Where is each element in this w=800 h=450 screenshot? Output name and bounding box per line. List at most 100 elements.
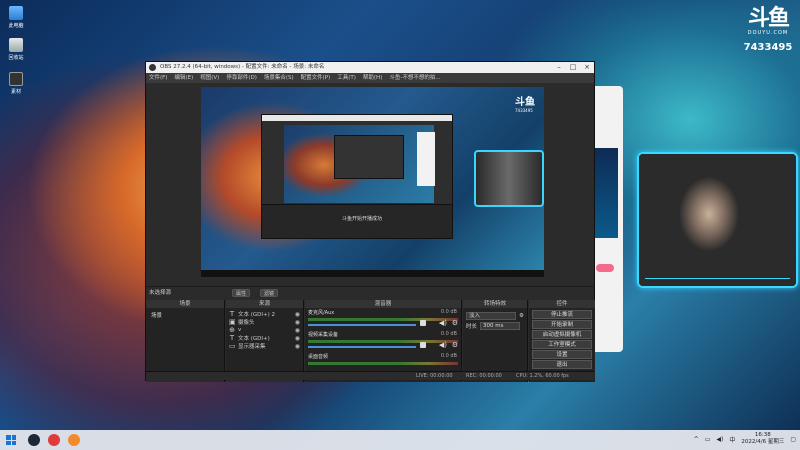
desktop-icon-this-pc[interactable]: 此电脑 (4, 6, 28, 29)
obs-menubar: 文件(F) 编辑(E) 视图(V) 停靠部件(D) 场景集合(S) 配置文件(P… (146, 73, 594, 83)
douyu-site: DOUYU.COM (747, 30, 789, 36)
nested-side-panel (417, 132, 435, 186)
stop-streaming-button[interactable]: 停止推流 (532, 310, 592, 319)
scenes-list: 场景 (146, 308, 224, 372)
studio-mode-button[interactable]: 工作室模式 (532, 340, 592, 349)
source-item[interactable]: T 文本 (GDI+) ◉ (229, 334, 300, 342)
ime-icon[interactable]: 中 (729, 435, 735, 444)
menu-tools[interactable]: 工具(T) (337, 73, 356, 83)
scenes-dock-title: 场景 (146, 300, 224, 308)
source-name: 文本 (GDI+) (238, 336, 270, 342)
clock-date: 2022/4/6 星期三 (741, 439, 785, 445)
desktop-icon-label: 此电脑 (8, 23, 24, 29)
steam-icon[interactable] (28, 434, 40, 446)
network-icon[interactable]: ▭ (705, 436, 711, 443)
preview-logo-text: 斗鱼 (515, 97, 535, 108)
menu-help[interactable]: 帮助(H) (363, 73, 382, 83)
filters-button[interactable]: 滤镜 (260, 289, 279, 297)
gear-icon[interactable]: ⚙ (452, 341, 458, 349)
settings-button[interactable]: 设置 (532, 350, 592, 359)
visibility-icon[interactable]: ◉ (295, 327, 300, 334)
obs-logo-icon (149, 64, 156, 71)
menu-view[interactable]: 视图(V) (200, 73, 219, 83)
desktop-icon-recycle-bin[interactable]: 回收站 (4, 38, 28, 61)
clock[interactable]: 16:38 2022/4/6 星期三 (741, 432, 784, 446)
panel-pill-button[interactable] (596, 264, 614, 272)
virtual-camera-button[interactable]: 启动虚拟摄像机 (532, 330, 592, 339)
text-source-icon: T (229, 334, 235, 342)
cpu-fps: CPU: 1.2%, 60.00 fps (516, 373, 569, 379)
menu-docks[interactable]: 停靠部件(D) (226, 73, 257, 83)
recycle-bin-icon (9, 38, 23, 52)
douyu-watermark: 斗鱼 DOUYU.COM 7433495 (742, 6, 794, 54)
desktop-icon-folder[interactable]: 素材 (4, 72, 28, 95)
volume-slider-handle[interactable] (420, 342, 427, 348)
channel-name: 桌面音频 (308, 354, 329, 360)
menu-douyu[interactable]: 斗鱼-不想不想的拍... (389, 73, 440, 83)
folder-icon (9, 72, 23, 86)
obs-taskbar-icon[interactable] (48, 434, 60, 446)
menu-profile[interactable]: 配置文件(P) (301, 73, 331, 83)
speaker-icon[interactable]: ◀) (439, 319, 447, 327)
clock-time: 16:38 (754, 432, 771, 438)
scene-item[interactable]: 场景 (149, 310, 221, 320)
volume-slider[interactable] (308, 346, 416, 348)
visibility-icon[interactable]: ◉ (295, 335, 300, 342)
close-icon[interactable]: × (580, 62, 594, 73)
menu-scene-collection[interactable]: 场景集合(S) (264, 73, 294, 83)
volume-slider[interactable] (308, 324, 416, 326)
preview-taskbar (201, 270, 544, 277)
obs-window[interactable]: OBS 27.2.4 (64-bit, windows) - 配置文件: 未命名… (145, 61, 595, 382)
channel-db: 0.0 dB (440, 331, 457, 337)
source-item[interactable]: T 文本 (GDI+) 2 ◉ (229, 310, 300, 318)
preview-room-id: 7433495 (515, 108, 533, 113)
properties-button[interactable]: 属性 (232, 289, 251, 297)
volume-slider-handle[interactable] (420, 320, 427, 326)
text-source-icon: T (229, 310, 235, 318)
transitions-dock-title: 转场特效 (463, 300, 527, 308)
visibility-icon[interactable]: ◉ (295, 319, 300, 326)
gear-icon[interactable]: ⚙ (452, 319, 458, 327)
duration-label: 时长 (466, 324, 478, 330)
gear-icon[interactable]: ⚙ (519, 313, 524, 319)
windows-start-icon[interactable] (6, 435, 16, 445)
visibility-icon[interactable]: ◉ (295, 343, 300, 350)
room-id: 7433495 (743, 42, 793, 53)
menu-edit[interactable]: 编辑(E) (174, 73, 193, 83)
preview-douyu-logo: 斗鱼 7433495 (515, 93, 535, 113)
exit-button[interactable]: 退出 (532, 360, 592, 369)
douyu-logo: 斗鱼 (747, 6, 790, 31)
duration-input[interactable]: 300 ms (480, 322, 521, 330)
source-toolbar: 未选择源 属性 滤镜 (146, 286, 594, 298)
mixer-dock: 混音器 麦克风/Aux 0.0 dB ◀) ⚙ 视频采集设备 0.0 dB ◀)… (305, 300, 462, 382)
nested-camera-overlay (474, 150, 544, 207)
notification-icon[interactable]: ▢ (790, 436, 796, 443)
source-name: 摄像头 (238, 320, 255, 326)
chevron-up-icon[interactable]: ^ (694, 436, 699, 443)
obs-titlebar[interactable]: OBS 27.2.4 (64-bit, windows) - 配置文件: 未命名… (146, 62, 594, 73)
volume-meter (308, 318, 458, 321)
mixer-dock-title: 混音器 (305, 300, 461, 308)
maximize-icon[interactable]: □ (566, 62, 580, 73)
visibility-icon[interactable]: ◉ (295, 311, 300, 318)
speaker-icon[interactable]: ◀) (716, 436, 723, 443)
speaker-icon[interactable]: ◀) (439, 341, 447, 349)
channel-db: 0.0 dB (440, 309, 457, 315)
source-item[interactable]: ⊕ v ◉ (229, 326, 300, 334)
source-item[interactable]: ▣ 摄像头 ◉ (229, 318, 300, 326)
nested-preview (284, 125, 434, 203)
display-source-icon: ▭ (229, 342, 236, 350)
douyu-taskbar-icon[interactable] (68, 434, 80, 446)
source-item[interactable]: ▭ 显示器采集 ◉ (229, 342, 300, 350)
taskbar: ^ ▭ ◀) 中 16:38 2022/4/6 星期三 ▢ (0, 430, 800, 450)
transition-select[interactable]: 淡入 (466, 312, 516, 320)
transitions-dock: 转场特效 淡入 ⚙ 时长 300 ms (463, 300, 528, 382)
nested-titlebar (262, 115, 452, 121)
minimize-icon[interactable]: – (552, 62, 566, 73)
start-recording-button[interactable]: 开始录制 (532, 320, 592, 329)
nested-notice: 斗鱼开始开播成功 (342, 216, 383, 222)
menu-file[interactable]: 文件(F) (149, 73, 167, 83)
volume-meter (308, 340, 458, 343)
obs-preview[interactable]: 斗鱼 7433495 斗鱼开始开播成功 (201, 87, 544, 277)
source-name: 显示器采集 (238, 344, 266, 350)
